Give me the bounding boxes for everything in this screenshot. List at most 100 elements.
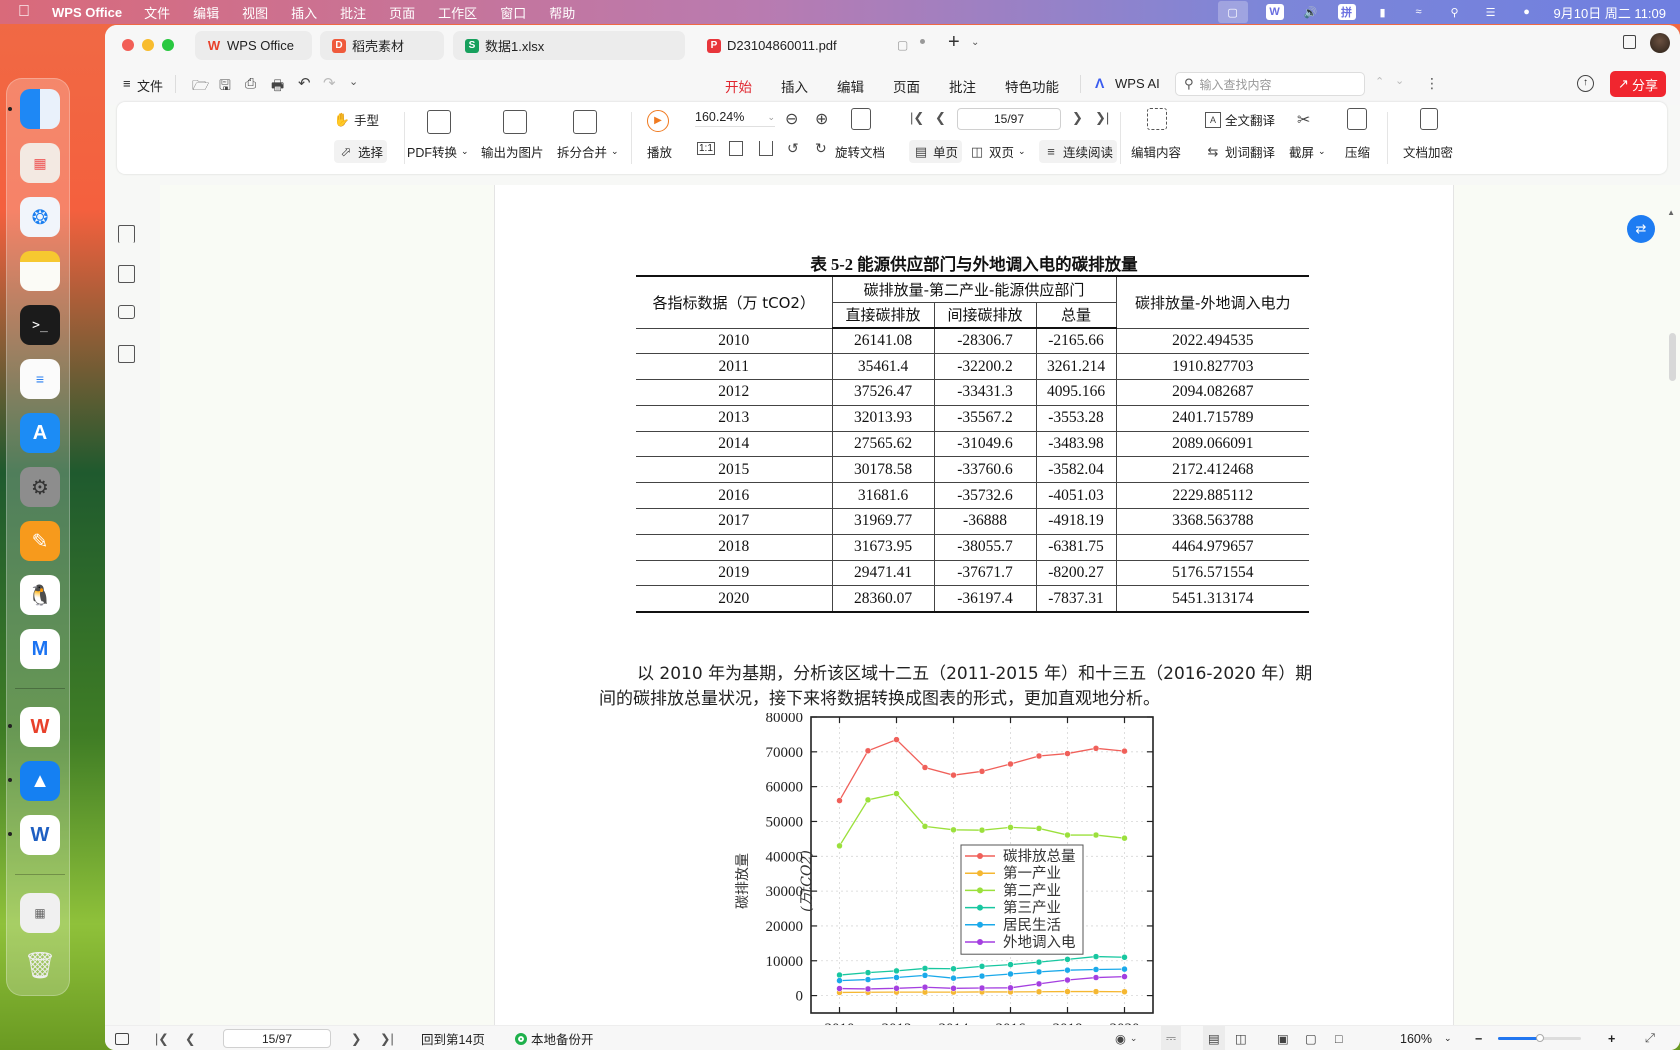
- dock-qq-icon[interactable]: 🐧: [20, 575, 60, 615]
- zoom-slider-handle[interactable]: [1535, 1034, 1544, 1042]
- find-previous-icon[interactable]: ⌃: [1375, 75, 1384, 88]
- wps-ai-button[interactable]: WPS AI: [1115, 76, 1160, 91]
- apple-menu-icon[interactable]: : [18, 3, 36, 21]
- last-page-button[interactable]: ❯|: [380, 1026, 394, 1050]
- ribbon-tab-edit[interactable]: 编辑: [837, 76, 864, 96]
- menu-file[interactable]: 文件: [144, 3, 170, 22]
- dock-terminal-icon[interactable]: >_: [20, 305, 60, 345]
- dock-trash-icon[interactable]: 🗑: [20, 945, 60, 985]
- find-input[interactable]: ⚲ 输入查找内容: [1175, 72, 1365, 96]
- status-zoom-in-button[interactable]: +: [1608, 1026, 1615, 1050]
- menu-workspace[interactable]: 工作区: [438, 3, 477, 22]
- pdf-convert-button[interactable]: PDF转换 ⌄: [407, 142, 469, 161]
- ribbon-tab-comment[interactable]: 批注: [949, 76, 976, 96]
- dock-notes-icon[interactable]: [20, 251, 60, 291]
- status-zoom-out-button[interactable]: −: [1475, 1026, 1482, 1050]
- toggle-sidebar-button[interactable]: [115, 1026, 129, 1050]
- menu-help[interactable]: 帮助: [549, 3, 575, 22]
- continuous-view-button[interactable]: ⎓: [1161, 1026, 1181, 1050]
- window-layout-icon[interactable]: [1623, 35, 1636, 49]
- tab-pdf-active[interactable]: P D23104860011.pdf: [695, 31, 895, 60]
- menu-app-name[interactable]: WPS Office: [52, 5, 122, 20]
- scroll-up-icon[interactable]: ▲: [1667, 208, 1675, 217]
- more-options-icon[interactable]: ⋮: [1425, 75, 1439, 92]
- menu-edit[interactable]: 编辑: [193, 3, 219, 22]
- dock-system-settings-icon[interactable]: ⚙: [20, 467, 60, 507]
- file-menu-button[interactable]: 文件: [137, 76, 163, 95]
- new-tab-button[interactable]: +: [948, 31, 960, 54]
- wps-ai-icon[interactable]: Λ: [1095, 75, 1104, 91]
- menu-view[interactable]: 视图: [242, 3, 268, 22]
- zoom-in-icon[interactable]: ⊕: [815, 109, 828, 129]
- dock-finder-icon[interactable]: [20, 89, 60, 129]
- ribbon-tab-page[interactable]: 页面: [893, 76, 920, 96]
- close-window-button[interactable]: [122, 39, 134, 51]
- convert-to-word-icon[interactable]: [118, 345, 135, 363]
- previous-page-button[interactable]: ❮: [185, 1026, 195, 1050]
- actual-size-button[interactable]: ▣: [1277, 1026, 1289, 1050]
- select-tool-button[interactable]: ⬀ 选择: [334, 140, 388, 163]
- edit-content-button[interactable]: 编辑内容: [1131, 142, 1181, 161]
- undo-icon[interactable]: ↶: [298, 74, 311, 92]
- continuous-reading-button[interactable]: ≡ 连续阅读: [1039, 140, 1118, 163]
- zoom-out-icon[interactable]: ⊖: [785, 109, 798, 129]
- double-page-button[interactable]: ◫ 双页 ⌄: [969, 142, 1026, 161]
- rotate-document-button[interactable]: 旋转文档: [835, 142, 885, 161]
- cloud-upload-icon[interactable]: ↑: [1577, 75, 1594, 92]
- page-number-input[interactable]: 15/97: [957, 108, 1061, 130]
- redo-icon[interactable]: ↷: [323, 74, 336, 92]
- first-page-button[interactable]: |❮: [155, 1026, 169, 1050]
- control-center-icon[interactable]: ☰: [1482, 4, 1500, 20]
- next-page-icon[interactable]: ❯: [1072, 110, 1083, 126]
- dock-launchpad-icon[interactable]: ▦: [20, 143, 60, 183]
- hand-tool-button[interactable]: ✋ 手型: [334, 110, 379, 129]
- full-translate-button[interactable]: A 全文翻译: [1205, 110, 1275, 129]
- fit-width-icon[interactable]: [759, 141, 773, 156]
- dock-feishu-meetings-icon[interactable]: ▲: [20, 761, 60, 801]
- hamburger-menu-icon[interactable]: ≡: [123, 76, 131, 91]
- save-icon[interactable]: 🖫: [219, 75, 231, 99]
- menu-window[interactable]: 窗口: [500, 3, 526, 22]
- thumbnail-icon[interactable]: [118, 265, 135, 283]
- maximize-window-button[interactable]: [162, 39, 174, 51]
- last-page-icon[interactable]: ❯|: [1095, 110, 1109, 126]
- dock-pages-icon[interactable]: ✎: [20, 521, 60, 561]
- dock-downloads-stack-icon[interactable]: ▦: [20, 893, 60, 933]
- open-folder-icon[interactable]: 🗁: [192, 75, 209, 99]
- menu-insert[interactable]: 插入: [291, 3, 317, 22]
- find-next-icon[interactable]: ⌄: [1395, 74, 1404, 87]
- print-preview-icon[interactable]: ⎙: [245, 75, 256, 92]
- status-zoom-select[interactable]: 160% ⌄: [1400, 1026, 1452, 1050]
- zoom-select[interactable]: 160.24% ⌄: [695, 110, 775, 127]
- print-icon[interactable]: 🖶: [271, 75, 284, 99]
- ribbon-tab-insert[interactable]: 插入: [781, 76, 808, 96]
- rotate-left-icon[interactable]: ↺: [787, 140, 799, 157]
- wifi-icon[interactable]: ≈: [1410, 4, 1428, 20]
- siri-icon[interactable]: ●: [1518, 4, 1536, 20]
- vertical-scrollbar[interactable]: [1669, 333, 1676, 381]
- encrypt-document-button[interactable]: 文档加密: [1403, 142, 1453, 161]
- reading-mode-button[interactable]: ◉ ⌄: [1115, 1026, 1137, 1050]
- quick-access-chevron-icon[interactable]: ⌄: [349, 75, 358, 88]
- comment-icon[interactable]: [118, 305, 135, 319]
- tab-wps-office[interactable]: W WPS Office: [195, 31, 312, 60]
- tab-list-chevron-icon[interactable]: ⌄: [971, 37, 979, 48]
- back-to-page-button[interactable]: 回到第14页: [421, 1026, 485, 1050]
- wps-icon[interactable]: W: [1265, 4, 1284, 20]
- ribbon-tab-home[interactable]: 开始: [725, 76, 752, 104]
- dock-wps-icon[interactable]: W: [20, 707, 60, 747]
- previous-page-icon[interactable]: ❮: [935, 110, 946, 126]
- single-page-button[interactable]: ▤ 单页: [909, 140, 963, 163]
- screenshot-button[interactable]: 截屏 ⌄: [1289, 142, 1326, 161]
- tab-spreadsheet[interactable]: S 数据1.xlsx: [453, 31, 685, 60]
- export-image-button[interactable]: 输出为图片: [481, 142, 544, 161]
- next-page-button[interactable]: ❯: [351, 1026, 361, 1050]
- fit-width-button[interactable]: □: [1335, 1026, 1343, 1050]
- dock-lark-icon[interactable]: M: [20, 629, 60, 669]
- zoom-slider[interactable]: [1498, 1026, 1581, 1050]
- local-backup-button[interactable]: 本地备份开: [515, 1026, 594, 1050]
- dock-safari-icon[interactable]: ❂: [20, 197, 60, 237]
- fit-page-icon[interactable]: [729, 141, 743, 156]
- word-translate-button[interactable]: ⇆ 划词翻译: [1205, 142, 1275, 161]
- share-button[interactable]: ↗ 分享: [1610, 71, 1666, 97]
